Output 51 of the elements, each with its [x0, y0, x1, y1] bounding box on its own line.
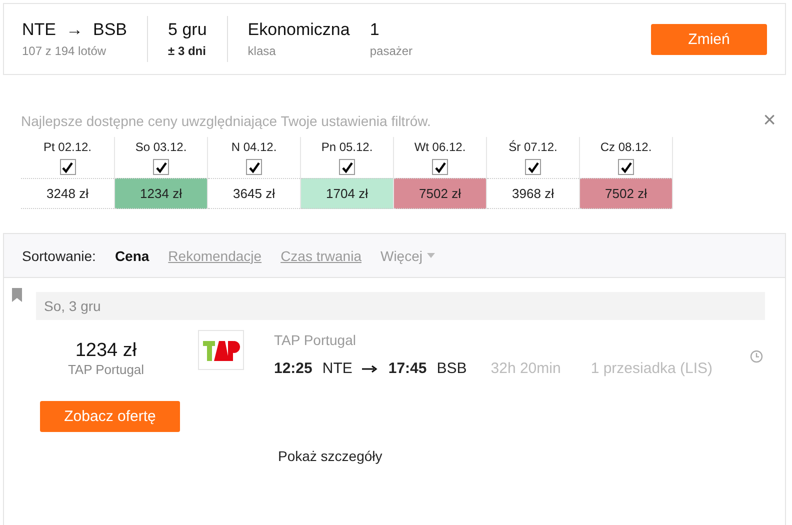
date-flexibility: ± 3 dni	[168, 44, 207, 58]
day-checkbox[interactable]	[153, 159, 169, 175]
price-cell[interactable]: 7502 zł	[394, 178, 486, 209]
arrival-airport: BSB	[436, 360, 467, 377]
origin-code: NTE	[22, 20, 56, 40]
clock-icon	[750, 350, 763, 363]
flight-price: 1234 zł	[75, 340, 137, 362]
show-details-link[interactable]: Pokaż szczegóły	[278, 448, 382, 464]
flight-duration: 32h 20min	[490, 360, 561, 377]
cabin-class: Ekonomiczna	[248, 20, 350, 40]
stops-info: 1 przesiadka (LIS)	[590, 360, 713, 377]
day-label: N 04.12.	[231, 140, 277, 154]
day-label: Pn 05.12.	[321, 140, 373, 154]
arrival-time: 17:45	[388, 360, 427, 377]
route-arrow: →	[66, 20, 83, 40]
day-checkbox[interactable]	[246, 159, 262, 175]
price-cell[interactable]: 1704 zł	[301, 178, 393, 209]
departure-date: 5 gru	[168, 20, 207, 40]
airline-name: TAP Portugal	[68, 362, 144, 377]
arrow-icon	[362, 364, 378, 372]
passenger-label: pasażer	[370, 44, 413, 58]
sort-option[interactable]: Cena	[114, 248, 150, 264]
passenger-count: 1	[370, 20, 380, 40]
airline-title: TAP Portugal	[274, 332, 357, 348]
caret-icon	[426, 253, 434, 258]
sort-label: Sortowanie:	[22, 248, 96, 264]
close-button[interactable]: ×	[763, 109, 776, 131]
day-checkbox[interactable]	[525, 159, 541, 175]
airline-logo	[198, 330, 244, 370]
day-label: Pt 02.12.	[43, 140, 92, 154]
day-label: Śr 07.12.	[508, 140, 558, 154]
destination-code: BSB	[93, 20, 128, 40]
price-note: Najlepsze dostępne ceny uwzględniające Twoje ustawienia filtrów.	[21, 113, 431, 129]
day-checkbox[interactable]	[618, 159, 634, 175]
day-checkbox[interactable]	[432, 159, 448, 175]
day-checkbox[interactable]	[60, 159, 76, 175]
day-label: Wt 06.12.	[414, 140, 466, 154]
day-label: Cz 08.12.	[600, 140, 652, 154]
departure-airport: NTE	[322, 360, 352, 377]
price-cell[interactable]: 7502 zł	[580, 178, 672, 209]
price-cell[interactable]: 3248 zł	[21, 178, 114, 209]
day-label: So 03.12.	[135, 140, 187, 154]
day-checkbox[interactable]	[339, 159, 355, 175]
price-cell[interactable]: 3645 zł	[208, 178, 300, 209]
bookmark-icon[interactable]	[12, 288, 22, 302]
results-count: 107 z 194 lotów	[22, 44, 108, 58]
cabin-label: klasa	[248, 44, 277, 58]
price-cell[interactable]: 3968 zł	[487, 178, 579, 209]
day-header: So, 3 gru	[36, 292, 765, 320]
price-cell[interactable]: 1234 zł	[115, 178, 207, 209]
departure-time: 12:25	[274, 360, 312, 377]
